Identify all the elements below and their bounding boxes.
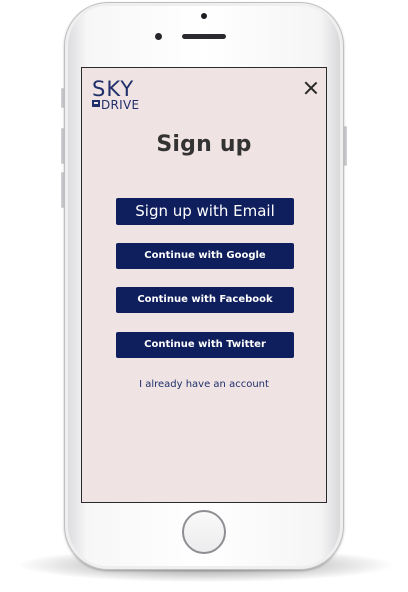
front-camera <box>201 13 207 19</box>
sky-drive-logo: SKY DRIVE <box>92 78 148 118</box>
existing-account-link[interactable]: I already have an account <box>82 379 326 390</box>
continue-google-button[interactable]: Continue with Google <box>116 243 294 269</box>
proximity-sensor <box>155 33 162 40</box>
close-icon[interactable] <box>302 79 320 97</box>
continue-facebook-button[interactable]: Continue with Facebook <box>116 287 294 313</box>
earpiece-speaker <box>182 34 226 39</box>
logo-text-drive: DRIVE <box>101 98 140 112</box>
continue-twitter-button[interactable]: Continue with Twitter <box>116 332 294 358</box>
home-button <box>182 510 226 554</box>
power-button <box>344 126 347 166</box>
signup-email-button[interactable]: Sign up with Email <box>116 198 294 225</box>
page-title: Sign up <box>156 132 252 157</box>
logo-text-sky: SKY <box>92 77 135 101</box>
phone-screen: SKY DRIVE Sign up Sign up with Email Con… <box>81 67 327 503</box>
logo-mark-icon <box>92 100 100 107</box>
mockup-stage: SKY DRIVE Sign up Sign up with Email Con… <box>0 0 408 592</box>
